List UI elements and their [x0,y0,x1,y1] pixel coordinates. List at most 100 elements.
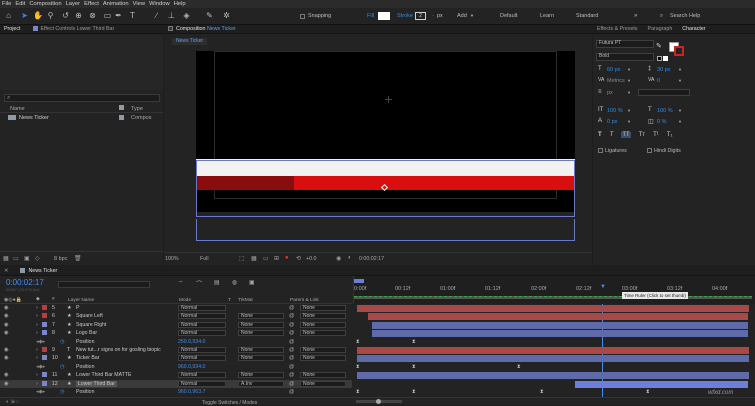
mode-dropdown[interactable]: Normal [178,372,226,379]
twirl-icon[interactable]: › [36,313,38,319]
fill-swatch[interactable] [378,12,390,20]
add-label[interactable]: Add [457,13,467,19]
list-item[interactable]: News Ticker Compos [0,114,163,122]
layer-duration-bar[interactable] [357,372,749,380]
table-row[interactable]: ◉ › 11 ★ Lower Third Bar MATTE Normal None @ Non… [0,371,352,379]
menu-effect[interactable]: Effect [84,1,99,7]
layer-name[interactable]: Logo Bar [76,330,97,336]
keyframe-icon[interactable]: ⧗ [412,389,416,395]
subscript-button[interactable]: T₁ [667,132,673,138]
faux-italic-button[interactable]: T [610,132,614,138]
interpret-footage-icon[interactable]: ▦ [3,255,9,262]
eye-icon[interactable]: ◉ [4,313,9,319]
pickwhip-icon[interactable]: @ [289,322,294,328]
stroke-width-unit[interactable]: px [607,90,613,96]
menu-window[interactable]: Window [149,1,170,7]
type-tool-icon[interactable]: T [128,11,137,20]
white-swatch[interactable] [663,56,668,61]
font-family-dropdown[interactable]: Futura PT [596,40,654,48]
project-search-input[interactable]: ⌕ [4,94,160,102]
region-of-interest-icon[interactable]: ⬚ [239,255,245,262]
parent-dropdown[interactable]: None [300,330,346,337]
eye-icon[interactable]: ◉ [4,322,9,328]
label-swatch[interactable] [42,313,47,319]
shy-icon[interactable]: ⌒ [196,279,202,288]
zoom-tool-icon[interactable]: ⚲ [46,11,55,20]
twirl-icon[interactable]: › [36,330,38,336]
stroke-label[interactable]: Stroke [397,13,413,19]
tab-project[interactable]: Project [4,26,21,32]
keyframe-nav-icon[interactable]: ◂◆▸ [36,389,45,395]
eye-icon[interactable]: ◉ [4,305,9,311]
timeline-search-input[interactable] [58,281,150,288]
zoom-slider-handle[interactable] [376,399,381,404]
trkmat-dropdown[interactable]: None [238,321,284,328]
vertical-scale-value[interactable]: 100 % [607,108,623,114]
show-snapshot-icon[interactable]: ◐ [348,255,352,261]
property-row[interactable]: ◂◆▸ ◷ Position 960.0,963.7 @ [0,388,352,396]
mode-dropdown[interactable]: Normal [178,313,226,320]
rectangle-tool-icon[interactable]: ▭ [103,11,112,20]
tsume-dropdown-icon[interactable]: ▼ [678,119,682,124]
label-swatch[interactable] [42,372,47,378]
menu-edit[interactable]: Edit [15,1,25,7]
menu-animation[interactable]: Animation [103,1,129,7]
stroke-swatch[interactable]: 2 [415,12,426,20]
label-swatch[interactable] [42,347,47,352]
mode-dropdown[interactable]: Normal [178,347,226,353]
twirl-icon[interactable]: › [36,372,38,378]
tracking-dropdown-icon[interactable]: ▼ [678,78,682,83]
baseline-shift-dropdown-icon[interactable]: ▼ [627,119,631,124]
label-swatch[interactable] [42,330,47,336]
column-trkmat[interactable]: TrkMat [238,298,253,303]
vertical-scale-dropdown-icon[interactable]: ▼ [627,108,631,113]
layer-duration-bar[interactable] [372,321,748,329]
search-help-input[interactable]: Search Help [670,13,700,19]
expression-pickwhip-icon[interactable]: @ [289,339,294,345]
faux-bold-button[interactable]: T [598,132,602,138]
eye-icon[interactable]: ◉ [4,381,9,387]
zoom-slider[interactable] [356,399,402,404]
parent-dropdown[interactable]: None [300,321,346,328]
snapshot-icon[interactable]: ◉ [336,255,341,262]
mode-dropdown[interactable]: Normal [178,380,226,387]
tab-paragraph[interactable]: Paragraph [648,26,673,32]
leading-value[interactable]: 30 px [657,67,670,73]
keyframe-icon[interactable]: ⧗ [517,364,521,370]
hindi-digits-checkbox[interactable] [647,148,652,154]
twirl-icon[interactable]: › [36,322,38,328]
roto-brush-tool-icon[interactable]: ✎ [205,11,214,20]
fill-label[interactable]: Fill [367,13,374,19]
trkmat-dropdown[interactable]: None [238,347,284,353]
layer-name[interactable]: Ticker Bar [76,355,99,361]
horizontal-scale-dropdown-icon[interactable]: ▼ [678,108,682,113]
motion-blur-icon[interactable]: ◍ [232,279,237,288]
quality-dropdown[interactable]: Full [200,256,209,262]
footer-panel-icons[interactable]: ◐ ⇲ ◌ [6,399,19,405]
mode-dropdown[interactable]: Normal [178,355,226,362]
table-row[interactable]: ◉ › 7 ★ Square Right Normal None @ None [0,321,352,329]
tab-timeline[interactable]: News Ticker [20,268,57,274]
keyframe-icon[interactable]: ⧗ [356,339,360,345]
column-parent[interactable]: Parent & Link [290,298,319,303]
channel-icon[interactable]: ● [285,255,289,261]
kerning-dropdown-icon[interactable]: ▼ [627,78,631,83]
workspace-standard[interactable]: Standard [576,13,598,19]
tracking-value[interactable]: 0 [657,78,660,84]
menu-help[interactable]: Help [174,1,186,7]
guides-icon[interactable]: ⊞ [274,255,279,262]
eraser-tool-icon[interactable]: ◈ [182,11,191,20]
keyframe-icon[interactable]: ⧗ [646,389,650,395]
column-mode[interactable]: Mode [179,298,191,303]
font-style-dropdown[interactable]: Bold [596,53,654,61]
ligatures-option[interactable]: Ligatures [598,148,627,154]
keyframe-nav-icon[interactable]: ◂◆▸ [36,364,45,370]
eye-icon[interactable]: ◉ [4,347,9,353]
clone-stamp-tool-icon[interactable]: ⊥ [167,11,176,20]
layer-bounding-box[interactable] [196,160,575,217]
keyframe-icon[interactable]: ⧗ [356,389,360,395]
table-row[interactable]: ◉ › 6 ★ Square Left Normal None @ None [0,312,352,320]
tab-composition[interactable]: Composition News Ticker [168,26,236,32]
eyedropper-icon[interactable]: ✎ [656,42,662,50]
camera-tool-icon[interactable]: ⊕ [74,11,83,20]
